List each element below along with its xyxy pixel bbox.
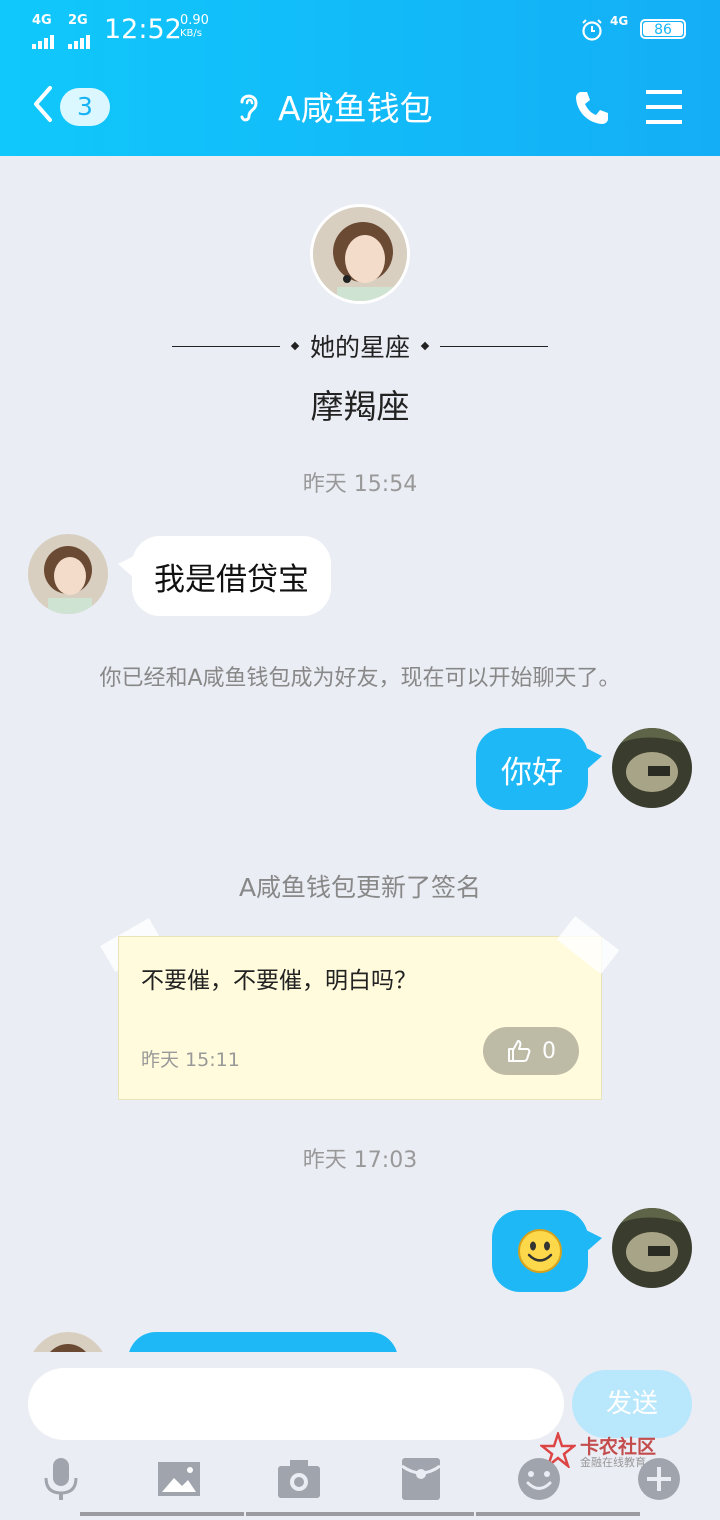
toolbar-divider [476, 1512, 640, 1516]
like-button[interactable]: 0 [483, 1027, 579, 1075]
message-bubble-outgoing-emoji[interactable] [492, 1210, 588, 1292]
my-avatar[interactable] [612, 728, 692, 808]
like-count: 0 [542, 1038, 556, 1064]
signal-label-2: 2G [68, 13, 88, 28]
ear-icon[interactable] [236, 88, 262, 124]
smiley-emoji-icon [518, 1229, 562, 1273]
zodiac-label: 她的星座 [310, 333, 411, 362]
signal-bars-2-icon [68, 30, 92, 49]
title-area: A咸鱼钱包 [236, 84, 433, 128]
status-bar: 4G 2G 12:52 0.90 KB/s 4G 86 [0, 10, 720, 50]
signature-time: 昨天 15:11 [141, 1049, 240, 1071]
unread-badge[interactable]: 3 [60, 88, 110, 126]
system-signature-update: A咸鱼钱包更新了签名 [238, 873, 482, 902]
image-icon[interactable] [156, 1456, 202, 1502]
signature-note[interactable]: 不要催，不要催，明白吗？ 昨天 15:11 0 [118, 936, 602, 1100]
red-packet-icon[interactable] [398, 1456, 444, 1502]
diamond-icon [420, 341, 430, 351]
bubble-tail [586, 748, 602, 770]
status-time: 12:52 [104, 14, 182, 45]
chat-message-list[interactable]: 她的星座 摩羯座 昨天 15:54 我是借贷宝 你已经和A咸鱼钱包成为好友，现在… [0, 156, 720, 1352]
system-message: 你已经和A咸鱼钱包成为好友，现在可以开始聊天了。 [99, 666, 621, 691]
timestamp: 昨天 17:03 [302, 1148, 418, 1173]
back-icon[interactable] [28, 84, 58, 124]
message-bubble-outgoing[interactable]: 你好 [476, 728, 588, 810]
toolbar-divider [246, 1512, 474, 1516]
input-bar: 发送 卡农社区 金融在线教育 [0, 1352, 720, 1520]
bubble-tail [586, 1230, 602, 1252]
chat-header: 4G 2G 12:52 0.90 KB/s 4G 86 3 A咸鱼钱包 [0, 0, 720, 156]
zodiac-value: 摩羯座 [310, 387, 410, 426]
signal-label-1: 4G [32, 13, 52, 28]
divider-left [172, 345, 280, 347]
phone-icon[interactable] [572, 88, 612, 128]
emoji-icon[interactable] [516, 1456, 562, 1502]
zodiac-header: 她的星座 [172, 326, 549, 366]
message-bubble-partial[interactable] [128, 1332, 398, 1352]
my-avatar[interactable] [612, 1208, 692, 1288]
divider-right [440, 345, 549, 347]
thumbs-up-icon [508, 1040, 531, 1062]
signature-text: 不要催，不要催，明白吗？ [141, 968, 417, 994]
camera-icon[interactable] [276, 1456, 322, 1502]
timestamp: 昨天 15:54 [302, 472, 418, 497]
alarm-icon [582, 19, 602, 41]
battery-level: 86 [643, 22, 683, 38]
network-speed: 0.90 KB/s [180, 14, 209, 40]
contact-avatar[interactable] [28, 534, 108, 614]
signal-bars-1-icon [32, 30, 56, 49]
plus-icon[interactable] [636, 1456, 682, 1502]
menu-icon[interactable] [646, 90, 682, 124]
battery-icon: 86 [640, 19, 686, 39]
microphone-icon[interactable] [38, 1456, 84, 1502]
send-button[interactable]: 发送 [572, 1370, 692, 1438]
contact-avatar[interactable] [28, 1332, 108, 1352]
toolbar-divider [80, 1512, 244, 1516]
chat-title: A咸鱼钱包 [278, 89, 433, 128]
network-type: 4G [610, 14, 629, 28]
speed-value: 0.90 [180, 13, 209, 28]
contact-avatar-large[interactable] [310, 204, 410, 304]
message-bubble-incoming[interactable]: 我是借贷宝 [132, 536, 331, 616]
diamond-icon [290, 341, 300, 351]
speed-unit: KB/s [180, 28, 202, 39]
message-input[interactable] [28, 1368, 564, 1440]
